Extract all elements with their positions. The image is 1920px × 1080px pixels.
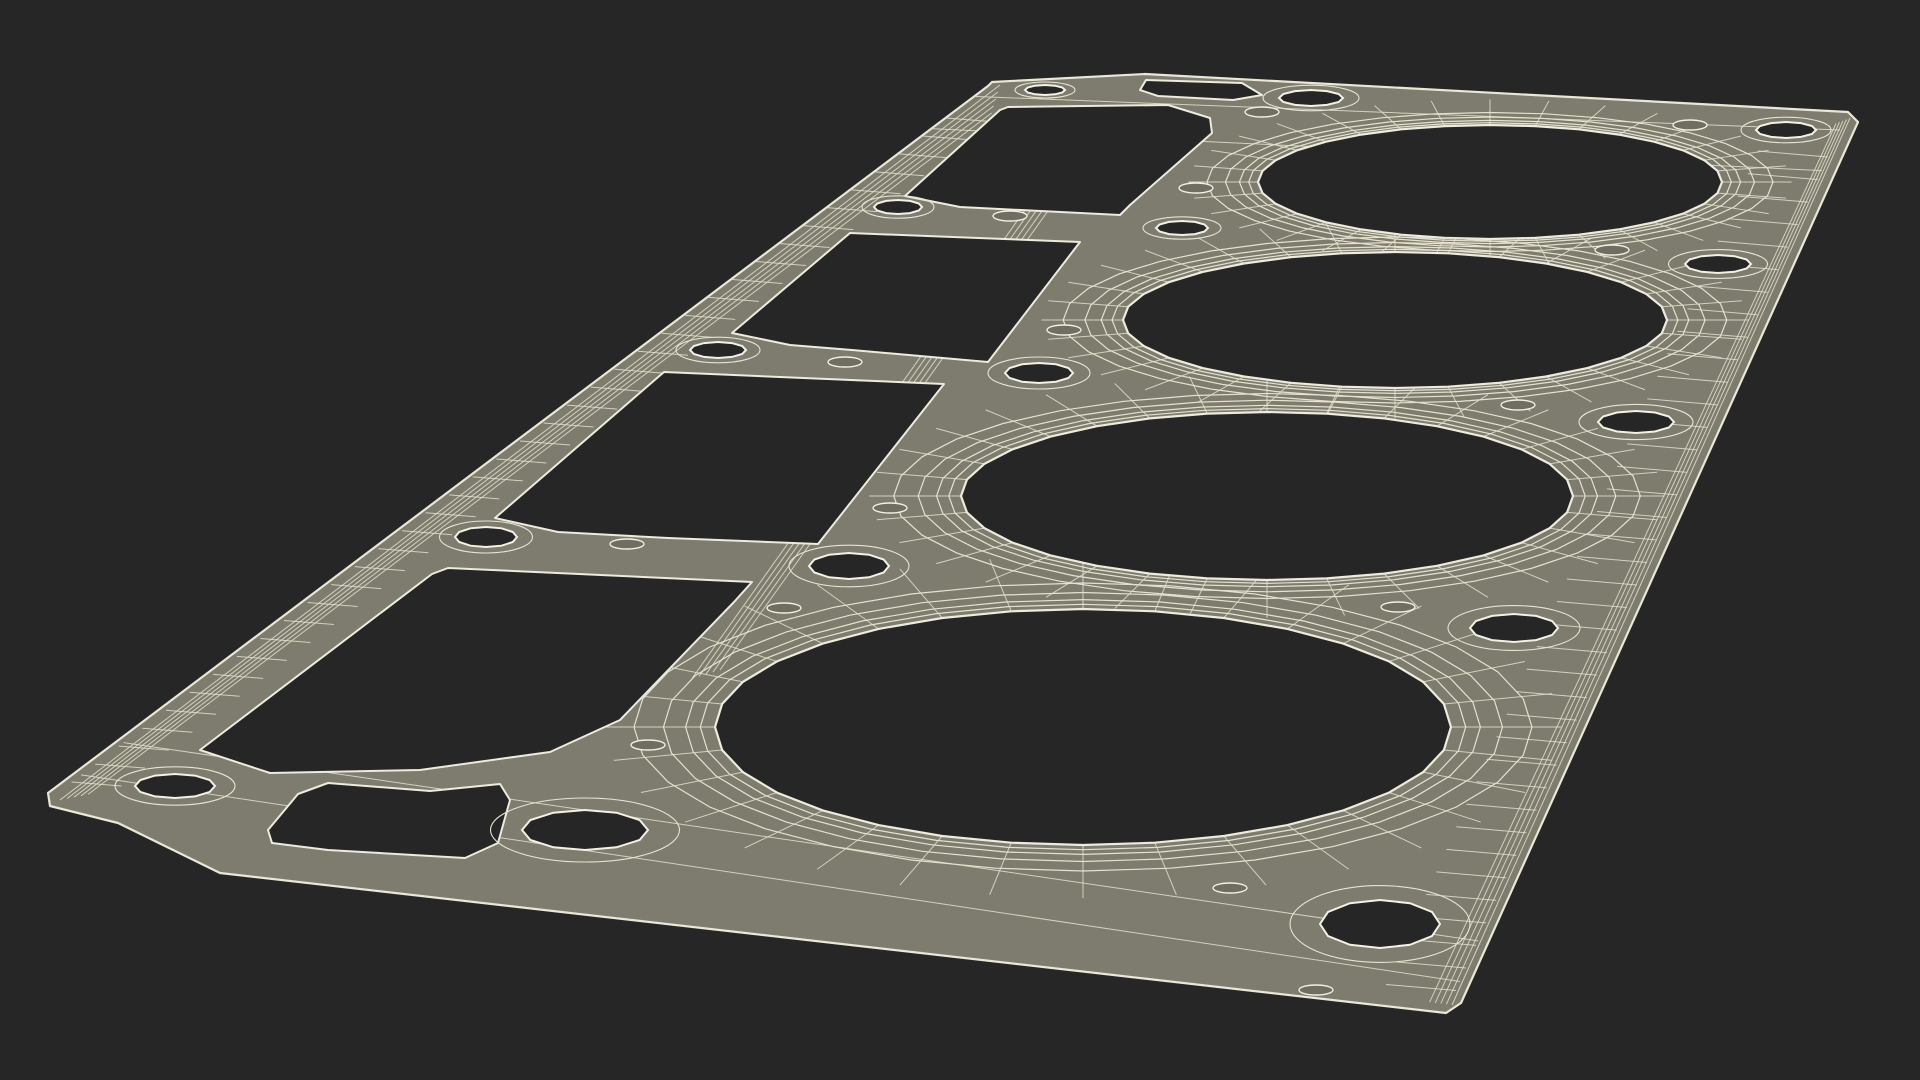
- small-hole: [1244, 106, 1280, 118]
- coolant-slot-bottom: [267, 782, 511, 859]
- bolt-hole: [1003, 361, 1075, 385]
- cylinder-bore-3: [959, 410, 1575, 582]
- render-viewport: [46, 72, 1860, 1015]
- cylinder-bore-4: [713, 607, 1453, 847]
- bolt-hole: [1596, 409, 1676, 435]
- small-hole: [1046, 324, 1082, 336]
- bolt-hole: [1318, 898, 1442, 950]
- bolt-hole: [520, 808, 650, 852]
- small-hole: [992, 210, 1028, 222]
- cylinder-bore-1: [1256, 123, 1724, 241]
- bolt-hole: [807, 551, 891, 581]
- bolt-hole: [1754, 120, 1818, 140]
- small-hole: [1212, 882, 1248, 894]
- bolt-hole: [1277, 88, 1345, 108]
- small-hole: [1380, 601, 1416, 613]
- small-hole: [1500, 399, 1536, 411]
- small-hole: [630, 739, 666, 751]
- bolt-hole: [453, 525, 519, 549]
- bolt-hole: [872, 198, 924, 216]
- small-hole: [766, 602, 802, 614]
- small-hole: [827, 356, 863, 368]
- bolt-hole: [1468, 612, 1560, 644]
- small-hole: [1298, 984, 1334, 996]
- small-hole: [1672, 119, 1708, 131]
- bolt-hole: [688, 340, 748, 360]
- head-gasket-model: [46, 72, 1860, 1015]
- cylinder-bore-2: [1121, 250, 1669, 390]
- bolt-hole: [133, 772, 217, 800]
- bolt-hole: [1154, 219, 1210, 237]
- small-hole: [872, 502, 908, 514]
- small-hole: [1178, 182, 1214, 194]
- small-hole: [1594, 244, 1630, 256]
- bolt-hole: [1023, 83, 1067, 97]
- bolt-hole: [1683, 253, 1753, 275]
- small-hole: [609, 538, 645, 550]
- coolant-slot-top: [1139, 79, 1263, 101]
